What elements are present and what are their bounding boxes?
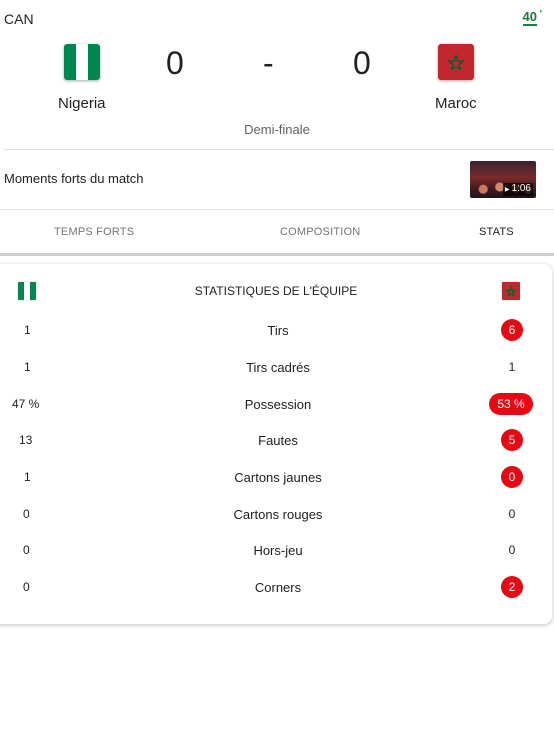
minute-tick: ' (539, 9, 542, 20)
stat-row-possession: 47 % Possession 53 % (0, 393, 552, 417)
tab-temps-forts[interactable]: TEMPS FORTS (54, 226, 134, 238)
away-stat-value: 0 (508, 507, 516, 521)
away-stat-value: 6 (501, 319, 523, 341)
morocco-flag-icon[interactable] (438, 44, 474, 80)
tab-bar: TEMPS FORTS COMPOSITION STATS (0, 210, 554, 256)
stat-label: Possession (244, 397, 312, 412)
away-stat-value: 0 (501, 466, 523, 488)
away-stat-value: 0 (508, 543, 516, 557)
nigeria-flag-icon[interactable] (64, 44, 100, 80)
away-stat-value: 5 (501, 429, 523, 451)
away-stat-value: 2 (501, 576, 523, 598)
match-stage: Demi-finale (244, 122, 310, 137)
tab-stats[interactable]: STATS (479, 226, 514, 238)
tab-composition[interactable]: COMPOSITION (280, 226, 360, 238)
stat-row-hors-jeu: 0 Hors-jeu 0 (0, 539, 552, 563)
highlights-label: Moments forts du match (4, 171, 144, 186)
video-duration: ▶ 1:06 (502, 183, 533, 196)
away-stat-value: 1 (508, 360, 516, 374)
match-minute: 40 ' (522, 9, 542, 26)
morocco-flag-icon (502, 282, 520, 300)
stat-row-fautes: 13 Fautes 5 (0, 429, 552, 453)
stat-label: Tirs (267, 323, 289, 338)
divider (4, 149, 554, 150)
competition-name: CAN (4, 11, 34, 27)
away-team-name[interactable]: Maroc (435, 95, 477, 112)
stat-label: Hors-jeu (253, 543, 303, 558)
stat-row-cartons-rouges: 0 Cartons rouges 0 (0, 503, 552, 527)
team-stats-card: STATISTIQUES DE L'ÉQUIPE 1 Tirs 6 1 Tirs… (0, 264, 552, 624)
stat-label: Fautes (258, 433, 298, 448)
score-separator: - (263, 45, 274, 81)
stat-row-cartons-jaunes: 1 Cartons jaunes 0 (0, 466, 552, 490)
stat-row-corners: 0 Corners 2 (0, 576, 552, 600)
video-duration-value: 1:06 (511, 183, 531, 194)
away-score: 0 (353, 45, 371, 81)
highlights-row[interactable]: Moments forts du match ▶ 1:06 (0, 151, 554, 209)
away-stat-value: 53 % (489, 393, 533, 415)
stat-label: Cartons rouges (233, 507, 323, 522)
stat-label: Tirs cadrés (246, 360, 310, 375)
stat-label: Cartons jaunes (234, 470, 322, 485)
stat-row-tirs-cadres: 1 Tirs cadrés 1 (0, 356, 552, 380)
team-stats-title: STATISTIQUES DE L'ÉQUIPE (194, 284, 358, 298)
match-minute-value: 40 (522, 9, 537, 24)
match-header: CAN 40 ' 0 - 0 Nigeria Maroc Demi-finale (0, 0, 554, 150)
home-team-name[interactable]: Nigeria (58, 95, 106, 112)
stat-label: Corners (254, 580, 302, 595)
stat-row-tirs: 1 Tirs 6 (0, 319, 552, 343)
highlights-video-thumbnail[interactable]: ▶ 1:06 (470, 161, 536, 198)
play-icon: ▶ (504, 187, 510, 193)
home-score: 0 (166, 45, 184, 81)
team-stats-header: STATISTIQUES DE L'ÉQUIPE (0, 264, 544, 316)
